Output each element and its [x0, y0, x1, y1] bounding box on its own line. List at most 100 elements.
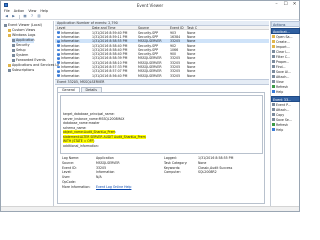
- event-detail-header: Event 33205, MSSQLSERVER: [55, 80, 269, 85]
- folder-icon: [4, 23, 7, 27]
- property-value: SQL2008R2: [198, 170, 217, 175]
- action-item-label: Help: [276, 127, 284, 132]
- action-item-label: Event P...: [276, 102, 291, 107]
- property-value: 1/31/2016 8:58:55 PM: [198, 156, 234, 160]
- actions-event-header[interactable]: Event 33...: [271, 95, 300, 102]
- property-value: Classic,Audit Success: [198, 165, 233, 170]
- action-icon: [272, 113, 275, 116]
- help-button[interactable]: ?: [30, 14, 35, 18]
- folder-icon: [12, 58, 15, 62]
- tree-item-label: Windows Logs: [12, 33, 36, 37]
- tree-item[interactable]: Subscriptions: [8, 68, 34, 73]
- property-label: More Information:: [62, 184, 91, 189]
- property-label: Task Category:: [164, 160, 188, 165]
- description-line: additional_information:: [63, 143, 99, 148]
- title-bar: Event Viewer – ☐ ✕: [1, 1, 299, 9]
- action-icon: [272, 90, 275, 93]
- show-hide-action-pane-button[interactable]: ▥: [37, 14, 42, 18]
- property-label: Log Name:: [62, 156, 80, 160]
- action-item-label: View: [276, 79, 284, 84]
- property-label: Event ID:: [62, 165, 77, 170]
- event-viewer-window: Event Viewer – ☐ ✕ File Action View Help…: [0, 0, 300, 212]
- information-icon: i: [57, 30, 60, 35]
- property-value: Information: [96, 170, 115, 175]
- property-label: Keywords:: [164, 165, 181, 170]
- navigation-tree: Event Viewer (Local) Custom Views Windows …: [2, 21, 59, 206]
- event-description-box[interactable]: target_database_principal_name: server_in…: [60, 95, 263, 154]
- event-log-help-link[interactable]: Event Log Online Help: [96, 185, 131, 189]
- tree-item-label: Application: [16, 38, 35, 42]
- cell-level: Information: [61, 73, 80, 78]
- action-icon: [272, 75, 275, 78]
- action-item[interactable]: Help: [272, 90, 299, 95]
- folder-icon: [8, 33, 11, 37]
- action-item-label: Attach...: [276, 74, 290, 79]
- forward-button[interactable]: ▶: [11, 14, 16, 18]
- information-icon: i: [57, 47, 60, 52]
- action-item-label: Copy: [276, 112, 285, 117]
- cell-event-id: 33205: [170, 73, 181, 78]
- action-icon: [272, 40, 275, 43]
- cell-date-time: 1/31/2016 8:56:40 PM: [92, 73, 128, 78]
- tree-item-label: Security: [16, 43, 30, 47]
- information-icon: i: [57, 51, 60, 56]
- information-icon: i: [57, 69, 60, 73]
- action-item-label: Filter C...: [276, 54, 291, 59]
- information-icon: i: [57, 34, 60, 39]
- action-item-label: Find...: [276, 64, 286, 69]
- tree-item-label: Setup: [16, 48, 26, 52]
- folder-icon: [8, 68, 11, 72]
- information-icon: i: [57, 56, 60, 60]
- tree-item-label: System: [16, 53, 29, 57]
- action-item[interactable]: Help: [272, 128, 299, 133]
- property-label: Level:: [62, 170, 72, 175]
- property-label: OpCode:: [62, 180, 76, 184]
- information-icon: i: [57, 60, 60, 65]
- maximize-button[interactable]: ☐: [281, 1, 290, 8]
- property-value: Application: [96, 156, 114, 160]
- description-line: WITH (STATE = OFF): [63, 139, 95, 143]
- property-label: Source:: [62, 160, 75, 165]
- back-button[interactable]: ◀: [4, 14, 9, 18]
- action-item-label: Help: [276, 89, 284, 94]
- description-line: server_instance_name:MSSQL2008MAX: [63, 116, 125, 121]
- folder-icon: [12, 53, 15, 57]
- information-icon: i: [57, 38, 60, 43]
- action-item-label: Create...: [276, 39, 290, 44]
- minimize-button[interactable]: –: [272, 1, 281, 8]
- event-detail-pane: Event 33205, MSSQLSERVER General Details…: [55, 79, 269, 206]
- actions-application-header[interactable]: Applicat...: [271, 27, 300, 34]
- information-icon: i: [57, 73, 60, 78]
- description-line: database_name:master: [63, 121, 100, 125]
- tree-item-label: Forwarded Events: [16, 58, 46, 62]
- action-icon: [272, 123, 275, 126]
- action-item-label: Open Sa...: [276, 34, 293, 39]
- folder-icon: [12, 38, 15, 42]
- property-label: User:: [62, 175, 71, 180]
- action-icon: [272, 65, 275, 68]
- show-hide-tree-button[interactable]: ▦: [23, 14, 28, 18]
- toolbar-separator: [19, 14, 20, 19]
- action-icon: [272, 50, 275, 53]
- property-value: N/A: [96, 175, 102, 180]
- folder-icon: [12, 43, 15, 47]
- action-icon: [272, 70, 275, 73]
- tree-item-label: Event Viewer (Local): [8, 23, 42, 27]
- close-button[interactable]: ✕: [290, 1, 299, 8]
- property-label: Computer:: [164, 170, 181, 175]
- tree-item-label: Custom Views: [12, 28, 36, 32]
- folder-icon: [8, 28, 11, 32]
- description-line: target_database_principal_name:: [63, 112, 115, 116]
- cell-source: MSSQLSERVER: [138, 73, 162, 78]
- event-properties: Log Name: Application Source: MSSQLSERVER Ev…: [60, 156, 263, 203]
- action-item-label: Proper...: [276, 59, 290, 64]
- center-pane: Application Number of events: 2,790 Leve…: [55, 21, 269, 206]
- action-item-label: Save Se...: [276, 117, 292, 122]
- property-value: MSSQLSERVER: [96, 160, 120, 165]
- cell-task-category: None: [187, 73, 196, 78]
- table-row[interactable]: i Information 1/31/2016 8:56:40 PM MSSQLSER…: [55, 74, 269, 78]
- action-item-label: Clear L...: [276, 49, 291, 54]
- description-line: object_name:Audit_SharkLo_Prem: [63, 130, 116, 134]
- information-icon: i: [57, 64, 60, 69]
- actions-pane: Actions Applicat... Open Sa... Create... I…: [270, 21, 300, 206]
